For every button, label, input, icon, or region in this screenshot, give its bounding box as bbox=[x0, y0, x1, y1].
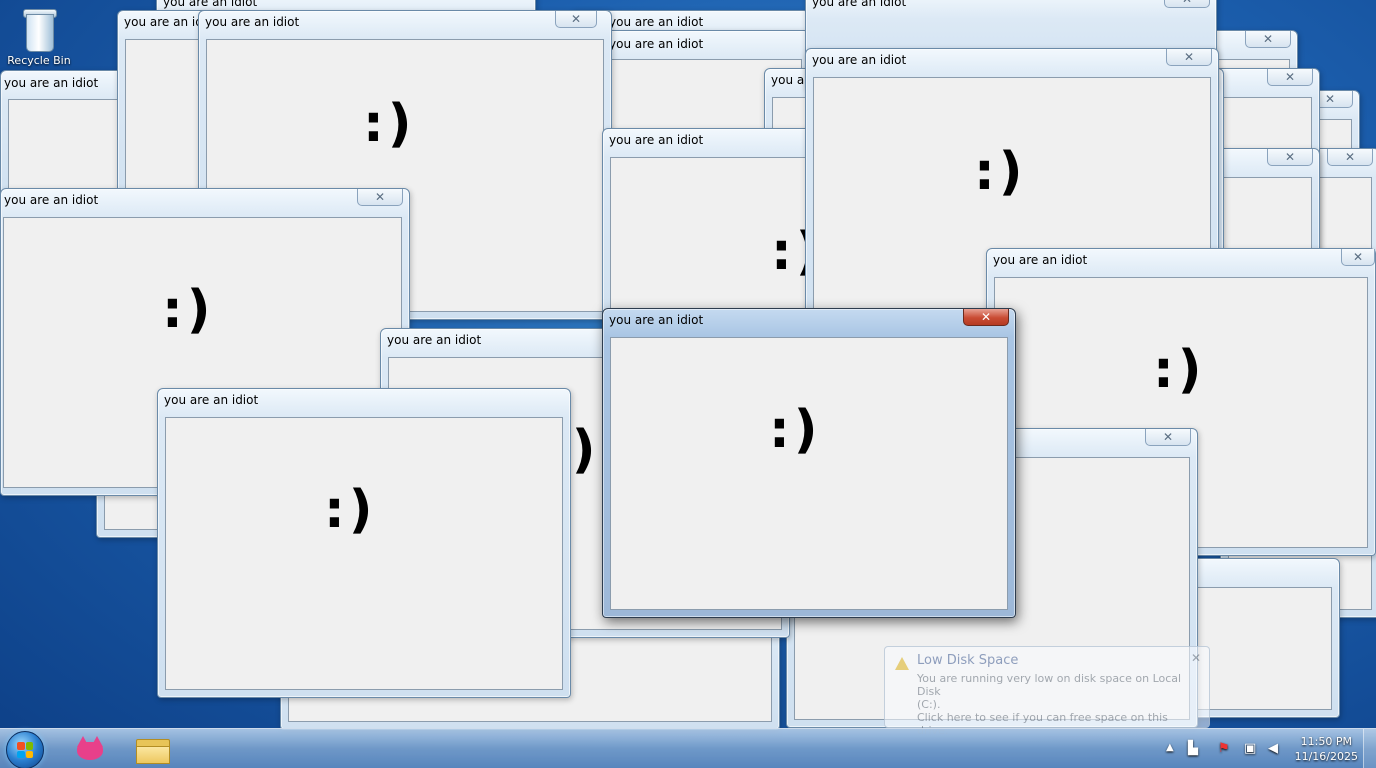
window-title: you are an idiot bbox=[163, 0, 258, 9]
system-tray: ▲ ▙ ⚑ ▣ ◀ 11:50 PM 11/16/2025 bbox=[1156, 729, 1376, 768]
desktop: Recycle Bin ✕ ✕ ✕ ✕ ✕ you are an idiot y… bbox=[0, 0, 1376, 768]
smiley-face: :) bbox=[1153, 340, 1206, 400]
window-title: you are an idiot bbox=[812, 0, 907, 9]
window-title: you are an idiot bbox=[205, 15, 300, 29]
smiley-face: :) bbox=[363, 94, 416, 154]
show-desktop-button[interactable] bbox=[1363, 729, 1376, 768]
close-button[interactable]: ✕ bbox=[1166, 49, 1212, 66]
notification-title: Low Disk Space bbox=[917, 653, 1019, 668]
recycle-bin-label: Recycle Bin bbox=[7, 54, 71, 67]
smiley-face: :) bbox=[769, 400, 822, 460]
close-button[interactable]: ✕ bbox=[1164, 0, 1210, 8]
smiley-face: :) bbox=[162, 280, 215, 340]
windows-logo-icon bbox=[17, 742, 33, 758]
close-button[interactable]: ✕ bbox=[1267, 69, 1313, 86]
action-center-flag-icon[interactable]: ⚑ bbox=[1218, 741, 1230, 756]
window-title: you are an idiot bbox=[609, 133, 704, 147]
close-button[interactable]: ✕ bbox=[963, 309, 1009, 326]
network-icon[interactable]: ▣ bbox=[1244, 741, 1256, 756]
smiley-face: :) bbox=[974, 142, 1027, 202]
close-button[interactable]: ✕ bbox=[357, 189, 403, 206]
close-button[interactable]: ✕ bbox=[1145, 429, 1191, 446]
close-button[interactable]: ✕ bbox=[1341, 249, 1375, 266]
taskbar: ▲ ▙ ⚑ ▣ ◀ 11:50 PM 11/16/2025 bbox=[0, 728, 1376, 768]
close-button[interactable]: ✕ bbox=[555, 11, 597, 28]
clock-date: 11/16/2025 bbox=[1294, 750, 1358, 763]
notification-line: (C:). bbox=[917, 698, 941, 711]
close-button[interactable]: ✕ bbox=[1245, 31, 1291, 48]
window-title: you are an idiot bbox=[993, 253, 1088, 267]
clock[interactable]: 11:50 PM 11/16/2025 bbox=[1295, 734, 1358, 764]
file-explorer-icon bbox=[136, 736, 170, 764]
close-button[interactable]: ✕ bbox=[1267, 149, 1313, 166]
pink-fox-app-icon bbox=[73, 736, 107, 762]
window-client-area: :) bbox=[165, 417, 563, 690]
low-disk-space-notification[interactable]: ✕ Low Disk Space You are running very lo… bbox=[884, 646, 1210, 737]
taskbar-app-explorer[interactable] bbox=[124, 732, 180, 766]
idiot-window-active[interactable]: you are an idiot ✕ :) bbox=[602, 308, 1016, 618]
clock-time: 11:50 PM bbox=[1300, 735, 1352, 748]
window-title: you are an idiot bbox=[609, 37, 704, 51]
window-title: you are an idiot bbox=[609, 15, 704, 29]
close-button[interactable]: ✕ bbox=[1327, 149, 1373, 166]
taskbar-app-fox[interactable] bbox=[62, 732, 118, 766]
idiot-window[interactable]: you are an idiot :) bbox=[157, 388, 571, 698]
recycle-bin-icon bbox=[22, 6, 57, 52]
start-button[interactable] bbox=[6, 731, 44, 768]
window-title: you are an idiot bbox=[4, 193, 99, 207]
show-hidden-icons-button[interactable]: ▲ bbox=[1166, 742, 1174, 753]
volume-muted-icon[interactable]: ◀ bbox=[1268, 741, 1278, 756]
notification-line: You are running very low on disk space o… bbox=[917, 672, 1182, 698]
warning-icon bbox=[895, 657, 909, 670]
smiley-face: :) bbox=[324, 480, 377, 540]
window-title: you are an idiot bbox=[812, 53, 907, 67]
window-client-area bbox=[8, 99, 132, 202]
window-title: you are an idiot bbox=[164, 393, 259, 407]
window-title: you are an idiot bbox=[387, 333, 482, 347]
network-printer-icon[interactable]: ▙ bbox=[1188, 741, 1198, 756]
notification-close-icon[interactable]: ✕ bbox=[1191, 651, 1201, 665]
recycle-bin[interactable]: Recycle Bin bbox=[6, 6, 72, 67]
window-client-area: :) bbox=[610, 337, 1008, 610]
window-title: you are an idiot bbox=[4, 76, 99, 90]
window-title: you are an idiot bbox=[609, 313, 704, 327]
